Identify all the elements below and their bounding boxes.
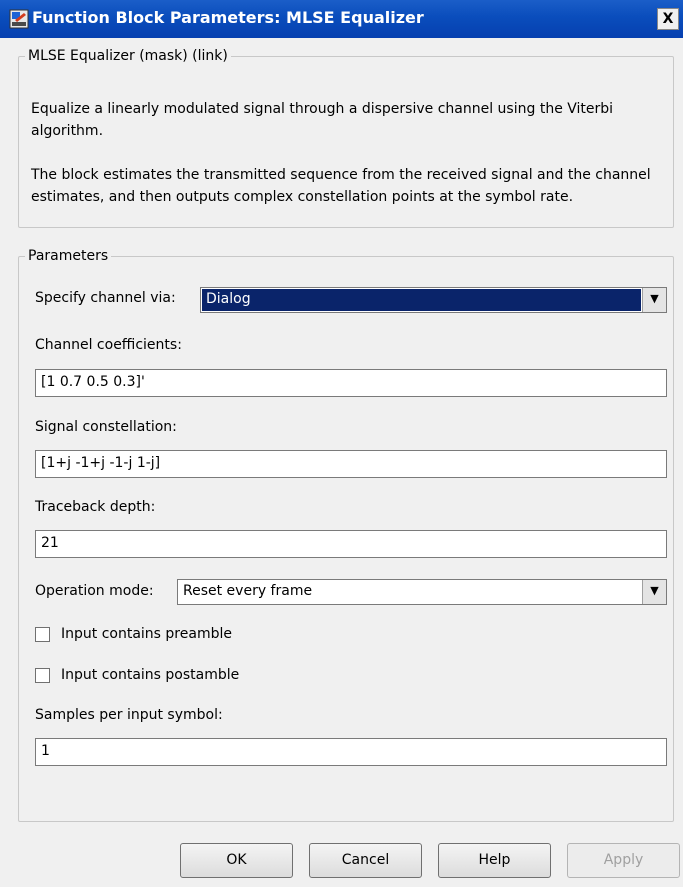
close-button[interactable]: X [657,8,679,30]
signal-constellation-label: Signal constellation: [35,419,177,435]
traceback-depth-label: Traceback depth: [35,499,156,515]
operation-mode-value: Reset every frame [183,583,313,599]
samples-per-symbol-input[interactable]: 1 [35,738,667,766]
chevron-down-icon[interactable]: ▼ [642,580,666,604]
window-title: Function Block Parameters: MLSE Equalize… [32,8,424,27]
channel-coefficients-label: Channel coefficients: [35,337,182,353]
specify-channel-select[interactable]: Dialog ▼ [200,287,667,313]
simulink-block-icon [9,9,29,29]
description-paragraph-1: Equalize a linearly modulated signal thr… [31,101,614,139]
input-preamble-checkbox[interactable] [35,627,50,642]
title-bar[interactable]: Function Block Parameters: MLSE Equalize… [0,0,683,38]
signal-constellation-input[interactable]: [1+j -1+j -1-j 1-j] [35,450,667,478]
function-block-parameters-dialog: Function Block Parameters: MLSE Equalize… [0,0,683,887]
description-paragraph-2: The block estimates the transmitted sequ… [31,167,651,205]
apply-button[interactable]: Apply [567,843,680,878]
input-postamble-label[interactable]: Input contains postamble [61,667,239,683]
description-group: MLSE Equalizer (mask) (link) Equalize a … [18,48,674,228]
parameters-legend: Parameters [28,248,109,264]
chevron-down-icon[interactable]: ▼ [642,288,666,312]
specify-channel-value: Dialog [202,289,641,311]
samples-per-symbol-label: Samples per input symbol: [35,707,223,723]
operation-mode-select[interactable]: Reset every frame ▼ [177,579,667,605]
cancel-button[interactable]: Cancel [309,843,422,878]
ok-button[interactable]: OK [180,843,293,878]
help-button[interactable]: Help [438,843,551,878]
specify-channel-label: Specify channel via: [35,290,176,306]
operation-mode-label: Operation mode: [35,583,154,599]
input-preamble-label[interactable]: Input contains preamble [61,626,232,642]
traceback-depth-input[interactable]: 21 [35,530,667,558]
channel-coefficients-input[interactable]: [1 0.7 0.5 0.3]' [35,369,667,397]
input-postamble-checkbox[interactable] [35,668,50,683]
description-legend: MLSE Equalizer (mask) (link) [28,48,228,64]
